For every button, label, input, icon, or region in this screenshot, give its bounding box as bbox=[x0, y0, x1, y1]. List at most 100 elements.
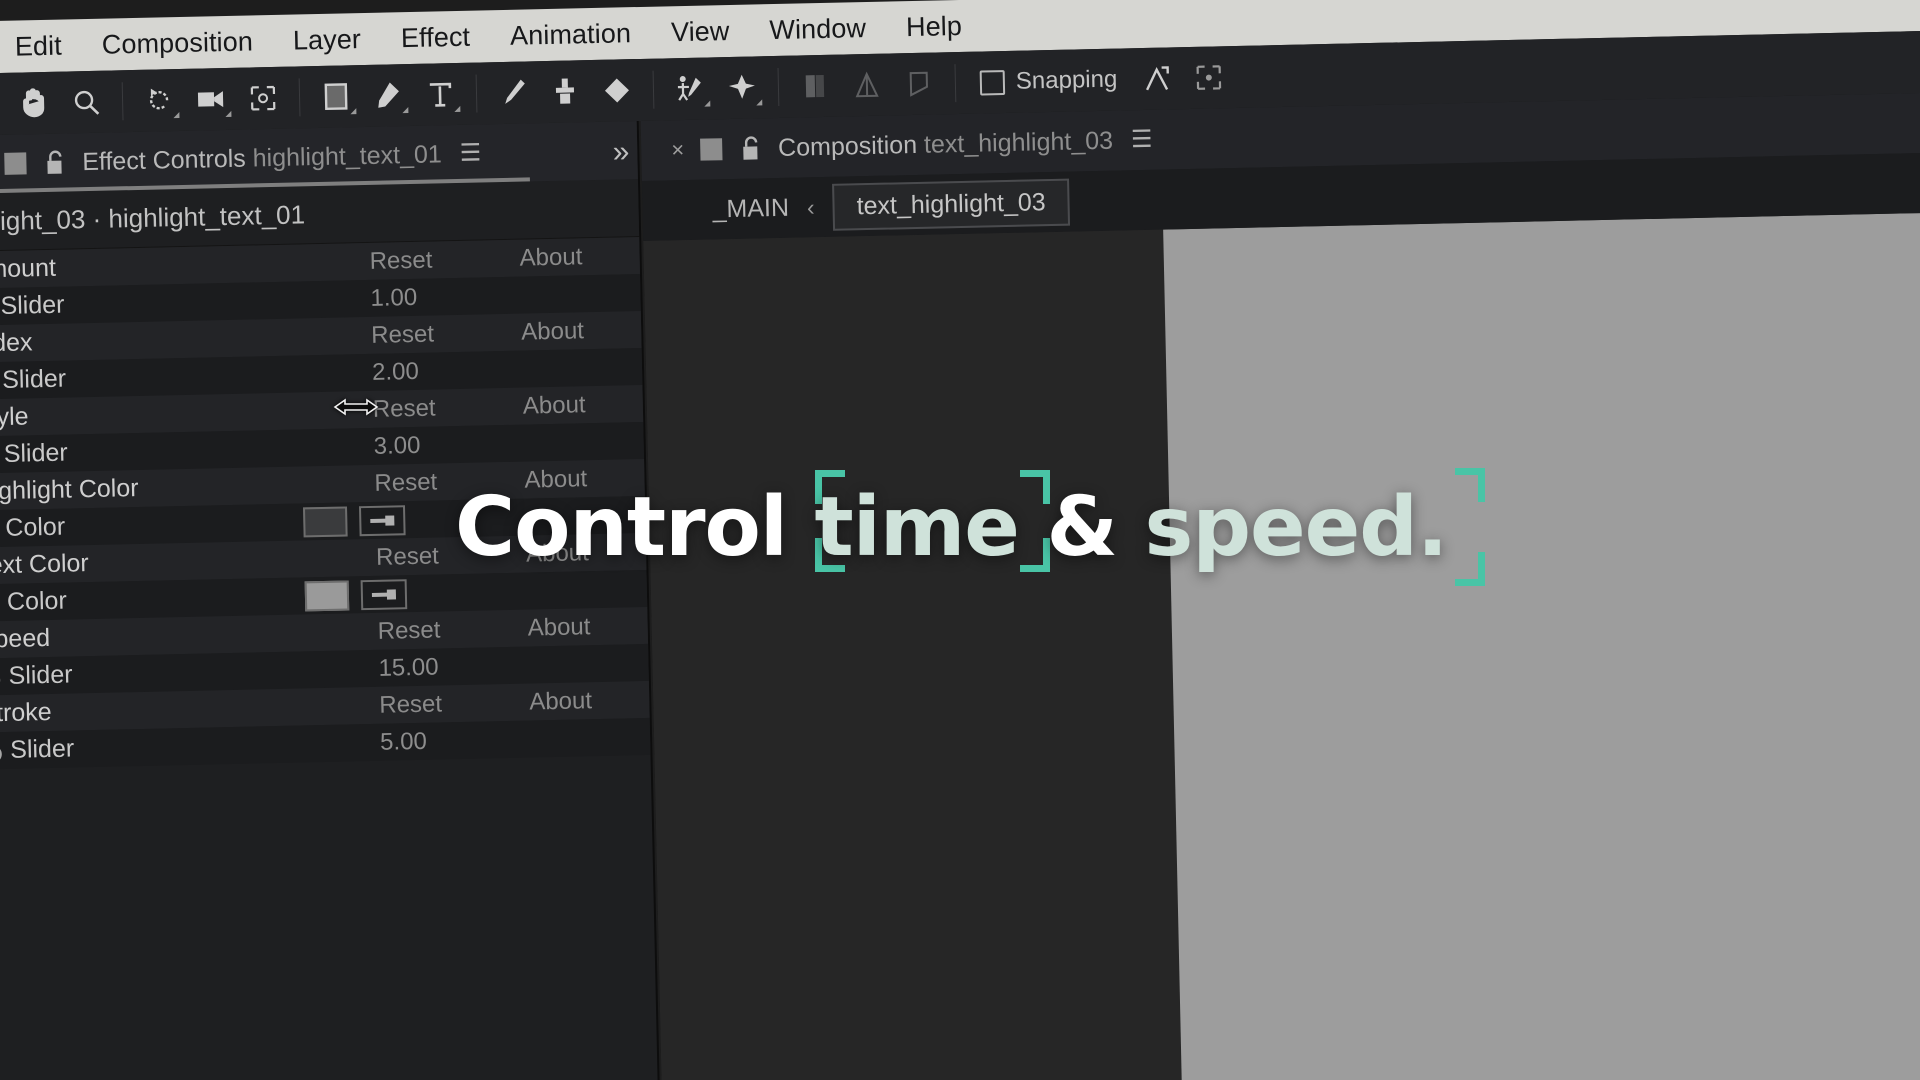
brush-tool[interactable] bbox=[487, 69, 540, 116]
nav-current-comp[interactable]: text_highlight_03 bbox=[832, 178, 1071, 231]
eyedropper-icon[interactable] bbox=[358, 504, 406, 536]
tool-corner-indicator bbox=[350, 108, 357, 115]
tool-corner-indicator bbox=[756, 99, 763, 106]
panel-collapse-icon[interactable] bbox=[699, 138, 723, 161]
property-label: Color bbox=[5, 512, 66, 542]
effect-group-actions: Reset About bbox=[379, 681, 650, 724]
effect-group-actions: Reset About bbox=[374, 459, 645, 502]
property-value[interactable]: 15.00 bbox=[378, 648, 649, 682]
world-axis-mode[interactable] bbox=[840, 61, 893, 108]
type-tool[interactable] bbox=[414, 71, 467, 118]
reset-button[interactable]: Reset bbox=[376, 540, 527, 571]
hand-tool[interactable] bbox=[8, 80, 61, 127]
lock-icon[interactable] bbox=[44, 150, 67, 176]
property-label: Color bbox=[6, 586, 68, 616]
panel-menu-icon[interactable]: ☰ bbox=[1131, 126, 1153, 153]
effect-group-actions: Reset About bbox=[371, 311, 642, 354]
effect-name: Stroke bbox=[0, 697, 52, 728]
menu-item-window[interactable]: Window bbox=[749, 12, 886, 46]
menu-item-effect[interactable]: Effect bbox=[381, 21, 491, 54]
align-tool[interactable] bbox=[1131, 55, 1184, 102]
about-button[interactable]: About bbox=[529, 685, 650, 716]
close-icon[interactable]: × bbox=[671, 137, 684, 163]
property-value[interactable]: 1.00 bbox=[370, 279, 641, 313]
lock-icon[interactable] bbox=[740, 135, 763, 161]
toolbar-separator bbox=[121, 82, 124, 121]
expand-panels-icon[interactable]: » bbox=[612, 135, 629, 169]
toolbar-separator bbox=[777, 67, 780, 106]
tool-group-shape bbox=[310, 71, 467, 120]
eyedropper-icon[interactable] bbox=[360, 578, 408, 610]
camera-tool[interactable] bbox=[185, 76, 238, 123]
effect-controls-panel-label: Effect Controls bbox=[81, 144, 247, 176]
reset-button[interactable]: Reset bbox=[369, 244, 520, 275]
tool-corner-indicator bbox=[173, 112, 180, 119]
pen-tool[interactable] bbox=[362, 72, 415, 119]
panel-collapse-icon[interactable] bbox=[4, 152, 27, 175]
property-label: Slider bbox=[3, 438, 68, 468]
reset-button[interactable]: Reset bbox=[371, 318, 522, 349]
reset-button[interactable]: Reset bbox=[373, 392, 524, 423]
property-value[interactable]: 5.00 bbox=[380, 722, 651, 756]
menu-item-layer[interactable]: Layer bbox=[273, 23, 382, 56]
effect-controls-tab-title[interactable]: Effect Controls highlight_text_01 bbox=[82, 140, 442, 177]
about-button[interactable]: About bbox=[524, 463, 645, 494]
effect-controls-panel: × Effect Controls highlight_text_01 ☰ _h… bbox=[0, 121, 661, 1080]
rotation-tool[interactable] bbox=[133, 77, 186, 124]
clone-stamp-tool[interactable] bbox=[538, 68, 591, 115]
transform-box-tool[interactable] bbox=[1183, 54, 1236, 101]
tool-corner-indicator bbox=[225, 110, 232, 118]
about-button[interactable]: About bbox=[527, 611, 648, 642]
about-button[interactable]: About bbox=[521, 316, 642, 347]
zoom-tool[interactable] bbox=[60, 79, 113, 126]
toolbar-separator bbox=[475, 74, 478, 113]
shape-tool[interactable] bbox=[310, 73, 363, 120]
reset-button[interactable]: Reset bbox=[374, 466, 525, 497]
snapping-control[interactable]: Snapping bbox=[979, 66, 1118, 97]
effect-controls-layer-name: highlight_text_01 bbox=[252, 139, 443, 172]
effect-name: Text Color bbox=[0, 549, 90, 580]
reset-button[interactable]: Reset bbox=[377, 614, 528, 645]
eraser-tool[interactable] bbox=[590, 67, 643, 114]
composition-canvas[interactable]: Sta and bbox=[643, 211, 1920, 1080]
snapping-checkbox[interactable] bbox=[979, 69, 1006, 96]
tool-group-selection bbox=[0, 79, 113, 128]
about-button[interactable]: About bbox=[519, 242, 640, 273]
menu-item-composition[interactable]: Composition bbox=[81, 25, 273, 60]
reset-button[interactable]: Reset bbox=[379, 688, 530, 719]
chevron-left-icon[interactable]: ‹ bbox=[807, 194, 815, 221]
view-axis-mode[interactable] bbox=[892, 60, 945, 107]
color-swatch[interactable] bbox=[304, 579, 350, 611]
property-label: Slider bbox=[9, 734, 75, 764]
effect-group-actions: Reset About bbox=[372, 385, 643, 428]
stopwatch-icon[interactable] bbox=[0, 738, 10, 763]
about-button[interactable]: About bbox=[526, 537, 647, 568]
puppet-pin-tool[interactable] bbox=[715, 64, 768, 111]
composition-tab-title[interactable]: Composition text_highlight_03 bbox=[778, 126, 1114, 162]
local-axis-mode[interactable] bbox=[788, 63, 841, 110]
property-value[interactable]: 2.00 bbox=[372, 353, 643, 387]
effect-name: Highlight Color bbox=[0, 474, 139, 506]
property-value[interactable]: 3.00 bbox=[373, 426, 644, 460]
color-swatch[interactable] bbox=[302, 505, 348, 537]
canvas-dark-region bbox=[643, 229, 1183, 1080]
panel-menu-icon[interactable]: ☰ bbox=[459, 139, 481, 166]
menu-item-help[interactable]: Help bbox=[886, 10, 983, 43]
property-value-wrap: 5.00 bbox=[380, 718, 651, 761]
effect-group-actions: Reset About bbox=[377, 607, 648, 650]
menu-item-animation[interactable]: Animation bbox=[490, 17, 652, 52]
canvas-slide-region: Sta and bbox=[1163, 211, 1920, 1080]
composition-name: text_highlight_03 bbox=[923, 126, 1114, 159]
roto-brush-tool[interactable] bbox=[663, 65, 716, 112]
toolbar-separator bbox=[652, 70, 655, 109]
app-window: Edit Composition Layer Effect Animation … bbox=[0, 0, 1920, 1080]
menu-item-view[interactable]: View bbox=[651, 15, 750, 48]
pan-behind-tool[interactable] bbox=[237, 75, 290, 122]
nav-root-comp[interactable]: _MAIN bbox=[712, 193, 789, 224]
menu-item-edit[interactable]: Edit bbox=[0, 30, 82, 63]
tool-group-paint bbox=[487, 67, 644, 116]
effect-group-actions: Reset About bbox=[376, 533, 647, 576]
property-label: Slider bbox=[8, 660, 73, 690]
about-button[interactable]: About bbox=[523, 389, 644, 420]
property-label: Slider bbox=[1, 364, 67, 394]
